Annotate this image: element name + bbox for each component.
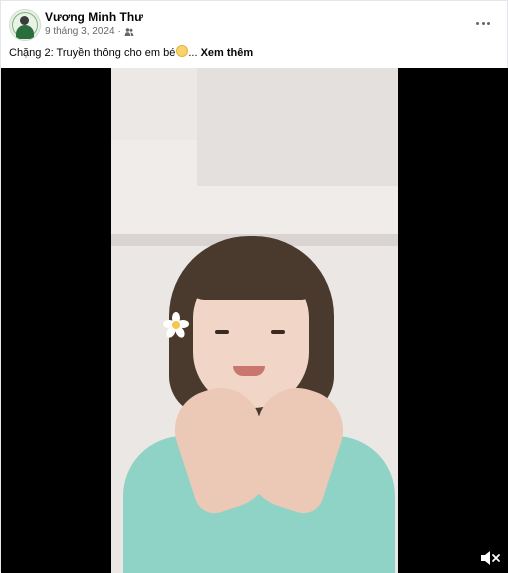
more-dot <box>481 21 485 25</box>
meta-separator: · <box>117 26 121 37</box>
more-options-button[interactable] <box>471 13 495 33</box>
person-mouth <box>233 366 265 376</box>
flower-icon <box>163 312 189 338</box>
author-name[interactable]: Vương Minh Thư <box>45 10 143 24</box>
author-avatar[interactable] <box>9 9 41 41</box>
see-more-link[interactable]: Xem thêm <box>201 47 254 59</box>
ceiling-left <box>111 68 197 140</box>
more-dot <box>487 21 491 25</box>
more-horizontal-icon <box>475 21 479 25</box>
ceiling-right <box>197 68 398 186</box>
person-bangs <box>187 248 313 300</box>
video-player[interactable] <box>1 68 508 573</box>
caption-ellipsis: ... <box>188 47 198 59</box>
video-frame <box>111 68 398 573</box>
volume-muted-icon[interactable] <box>479 549 501 567</box>
post-header: Vương Minh Thư 9 tháng 3, 2024 · <box>9 7 499 41</box>
caption-text: Chặng 2: Truyền thông cho em bé <box>9 47 176 59</box>
avatar-body <box>16 25 34 39</box>
post-caption: Chặng 2: Truyền thông cho em bé... Xem t… <box>9 45 499 59</box>
person-eye-right <box>271 330 285 334</box>
post-date[interactable]: 9 tháng 3, 2024 <box>45 26 115 37</box>
person-eye-left <box>215 330 229 334</box>
avatar-head <box>20 16 29 25</box>
friends-icon[interactable] <box>124 27 134 37</box>
post-card: Vương Minh Thư 9 tháng 3, 2024 · Chặng 2… <box>0 0 508 573</box>
post-meta: 9 tháng 3, 2024 · <box>45 26 134 37</box>
smiling-face-emoji-icon <box>176 45 189 57</box>
